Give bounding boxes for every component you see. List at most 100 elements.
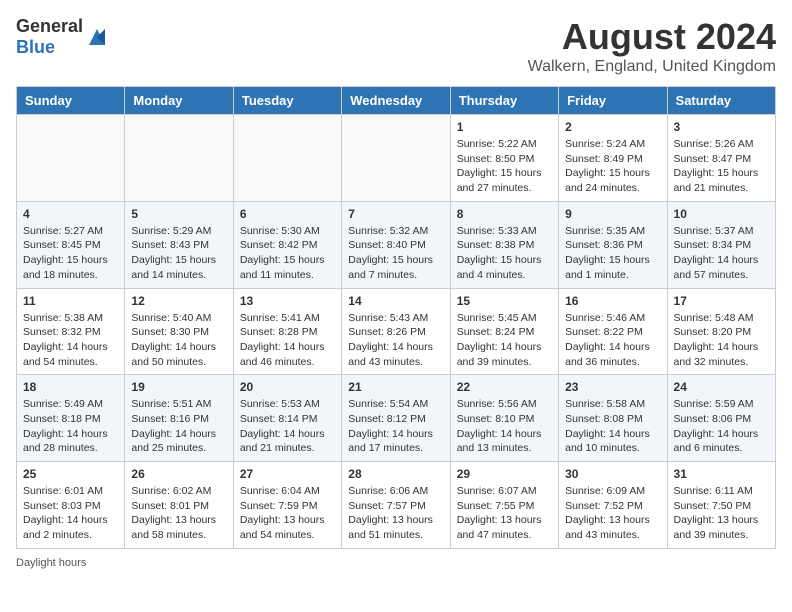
day-info: Sunrise: 6:09 AM Sunset: 7:52 PM Dayligh… xyxy=(565,484,660,543)
day-info: Sunrise: 5:45 AM Sunset: 8:24 PM Dayligh… xyxy=(457,311,552,370)
title-block: August 2024 Walkern, England, United Kin… xyxy=(528,16,776,76)
day-info: Sunrise: 5:54 AM Sunset: 8:12 PM Dayligh… xyxy=(348,397,443,456)
calendar-cell: 1 Sunrise: 5:22 AM Sunset: 8:50 PM Daylig… xyxy=(450,115,558,202)
calendar-cell: 19 Sunrise: 5:51 AM Sunset: 8:16 PM Dayli… xyxy=(125,375,233,462)
calendar-day-header: Sunday xyxy=(17,87,125,115)
day-info: Sunrise: 5:22 AM Sunset: 8:50 PM Dayligh… xyxy=(457,137,552,196)
calendar-cell: 20Sunrise: 5:53 AM Sunset: 8:14 PM Dayli… xyxy=(233,375,341,462)
calendar-cell: 7 Sunrise: 5:32 AM Sunset: 8:40 PM Daylig… xyxy=(342,201,450,288)
day-number: 14 xyxy=(348,294,443,308)
calendar-week-row: 4 Sunrise: 5:27 AM Sunset: 8:45 PM Daylig… xyxy=(17,201,776,288)
logo-icon xyxy=(85,25,109,49)
day-info: Sunrise: 5:48 AM Sunset: 8:20 PM Dayligh… xyxy=(674,311,769,370)
calendar-cell: 26 Sunrise: 6:02 AM Sunset: 8:01 PM Dayli… xyxy=(125,462,233,549)
calendar-week-row: 25Sunrise: 6:01 AM Sunset: 8:03 PM Dayli… xyxy=(17,462,776,549)
day-info: Sunrise: 6:11 AM Sunset: 7:50 PM Dayligh… xyxy=(674,484,769,543)
day-number: 5 xyxy=(131,207,226,221)
calendar-week-row: 18Sunrise: 5:49 AM Sunset: 8:18 PM Dayli… xyxy=(17,375,776,462)
calendar-cell: 23Sunrise: 5:58 AM Sunset: 8:08 PM Dayli… xyxy=(559,375,667,462)
day-info: Sunrise: 6:02 AM Sunset: 8:01 PM Dayligh… xyxy=(131,484,226,543)
day-info: Sunrise: 5:33 AM Sunset: 8:38 PM Dayligh… xyxy=(457,224,552,283)
day-info: Sunrise: 5:41 AM Sunset: 8:28 PM Dayligh… xyxy=(240,311,335,370)
day-number: 4 xyxy=(23,207,118,221)
day-info: Sunrise: 5:27 AM Sunset: 8:45 PM Dayligh… xyxy=(23,224,118,283)
day-number: 20 xyxy=(240,380,335,394)
day-number: 19 xyxy=(131,380,226,394)
day-number: 3 xyxy=(674,120,769,134)
calendar-cell xyxy=(125,115,233,202)
calendar-day-header: Saturday xyxy=(667,87,775,115)
day-info: Sunrise: 6:07 AM Sunset: 7:55 PM Dayligh… xyxy=(457,484,552,543)
day-info: Sunrise: 5:29 AM Sunset: 8:43 PM Dayligh… xyxy=(131,224,226,283)
calendar-cell: 31 Sunrise: 6:11 AM Sunset: 7:50 PM Dayli… xyxy=(667,462,775,549)
day-info: Sunrise: 5:56 AM Sunset: 8:10 PM Dayligh… xyxy=(457,397,552,456)
day-number: 6 xyxy=(240,207,335,221)
calendar-cell: 10 Sunrise: 5:37 AM Sunset: 8:34 PM Dayli… xyxy=(667,201,775,288)
calendar-cell: 11Sunrise: 5:38 AM Sunset: 8:32 PM Dayli… xyxy=(17,288,125,375)
day-info: Sunrise: 5:49 AM Sunset: 8:18 PM Dayligh… xyxy=(23,397,118,456)
day-info: Sunrise: 5:35 AM Sunset: 8:36 PM Dayligh… xyxy=(565,224,660,283)
logo-general: General xyxy=(16,16,83,36)
day-number: 30 xyxy=(565,467,660,481)
day-info: Sunrise: 5:37 AM Sunset: 8:34 PM Dayligh… xyxy=(674,224,769,283)
day-number: 27 xyxy=(240,467,335,481)
calendar-cell: 2 Sunrise: 5:24 AM Sunset: 8:49 PM Daylig… xyxy=(559,115,667,202)
day-number: 7 xyxy=(348,207,443,221)
calendar-cell: 3 Sunrise: 5:26 AM Sunset: 8:47 PM Daylig… xyxy=(667,115,775,202)
day-number: 17 xyxy=(674,294,769,308)
day-number: 24 xyxy=(674,380,769,394)
month-year: August 2024 xyxy=(528,16,776,58)
calendar-cell: 22 Sunrise: 5:56 AM Sunset: 8:10 PM Dayli… xyxy=(450,375,558,462)
calendar-cell: 13 Sunrise: 5:41 AM Sunset: 8:28 PM Dayli… xyxy=(233,288,341,375)
calendar-cell: 16Sunrise: 5:46 AM Sunset: 8:22 PM Dayli… xyxy=(559,288,667,375)
day-info: Sunrise: 6:06 AM Sunset: 7:57 PM Dayligh… xyxy=(348,484,443,543)
calendar-cell: 28 Sunrise: 6:06 AM Sunset: 7:57 PM Dayli… xyxy=(342,462,450,549)
calendar-cell: 4 Sunrise: 5:27 AM Sunset: 8:45 PM Daylig… xyxy=(17,201,125,288)
page-header: General Blue August 2024 Walkern, Englan… xyxy=(16,16,776,76)
day-number: 13 xyxy=(240,294,335,308)
calendar-day-header: Wednesday xyxy=(342,87,450,115)
calendar-cell xyxy=(233,115,341,202)
calendar-cell: 12Sunrise: 5:40 AM Sunset: 8:30 PM Dayli… xyxy=(125,288,233,375)
day-info: Sunrise: 6:01 AM Sunset: 8:03 PM Dayligh… xyxy=(23,484,118,543)
calendar-cell: 14 Sunrise: 5:43 AM Sunset: 8:26 PM Dayli… xyxy=(342,288,450,375)
calendar-cell xyxy=(17,115,125,202)
day-info: Sunrise: 5:43 AM Sunset: 8:26 PM Dayligh… xyxy=(348,311,443,370)
day-info: Sunrise: 5:30 AM Sunset: 8:42 PM Dayligh… xyxy=(240,224,335,283)
day-number: 11 xyxy=(23,294,118,308)
day-number: 21 xyxy=(348,380,443,394)
day-number: 2 xyxy=(565,120,660,134)
logo: General Blue xyxy=(16,16,109,58)
calendar-day-header: Thursday xyxy=(450,87,558,115)
day-info: Sunrise: 5:32 AM Sunset: 8:40 PM Dayligh… xyxy=(348,224,443,283)
day-number: 26 xyxy=(131,467,226,481)
day-info: Sunrise: 6:04 AM Sunset: 7:59 PM Dayligh… xyxy=(240,484,335,543)
day-number: 8 xyxy=(457,207,552,221)
calendar-day-header: Tuesday xyxy=(233,87,341,115)
location: Walkern, England, United Kingdom xyxy=(528,58,776,76)
calendar-week-row: 1 Sunrise: 5:22 AM Sunset: 8:50 PM Daylig… xyxy=(17,115,776,202)
calendar-cell: 24Sunrise: 5:59 AM Sunset: 8:06 PM Dayli… xyxy=(667,375,775,462)
day-number: 10 xyxy=(674,207,769,221)
day-number: 23 xyxy=(565,380,660,394)
day-number: 22 xyxy=(457,380,552,394)
calendar-week-row: 11Sunrise: 5:38 AM Sunset: 8:32 PM Dayli… xyxy=(17,288,776,375)
day-number: 28 xyxy=(348,467,443,481)
footer: Daylight hours xyxy=(16,557,776,569)
calendar-cell: 21 Sunrise: 5:54 AM Sunset: 8:12 PM Dayli… xyxy=(342,375,450,462)
logo-blue: Blue xyxy=(16,37,55,57)
day-info: Sunrise: 5:51 AM Sunset: 8:16 PM Dayligh… xyxy=(131,397,226,456)
day-number: 31 xyxy=(674,467,769,481)
calendar-day-header: Monday xyxy=(125,87,233,115)
calendar-cell: 30 Sunrise: 6:09 AM Sunset: 7:52 PM Dayli… xyxy=(559,462,667,549)
day-number: 12 xyxy=(131,294,226,308)
day-info: Sunrise: 5:24 AM Sunset: 8:49 PM Dayligh… xyxy=(565,137,660,196)
day-number: 1 xyxy=(457,120,552,134)
calendar-cell: 29Sunrise: 6:07 AM Sunset: 7:55 PM Dayli… xyxy=(450,462,558,549)
calendar-cell: 15Sunrise: 5:45 AM Sunset: 8:24 PM Dayli… xyxy=(450,288,558,375)
footer-text: Daylight hours xyxy=(16,557,86,569)
day-info: Sunrise: 5:26 AM Sunset: 8:47 PM Dayligh… xyxy=(674,137,769,196)
day-number: 16 xyxy=(565,294,660,308)
calendar: SundayMondayTuesdayWednesdayThursdayFrid… xyxy=(16,86,776,549)
calendar-cell xyxy=(342,115,450,202)
